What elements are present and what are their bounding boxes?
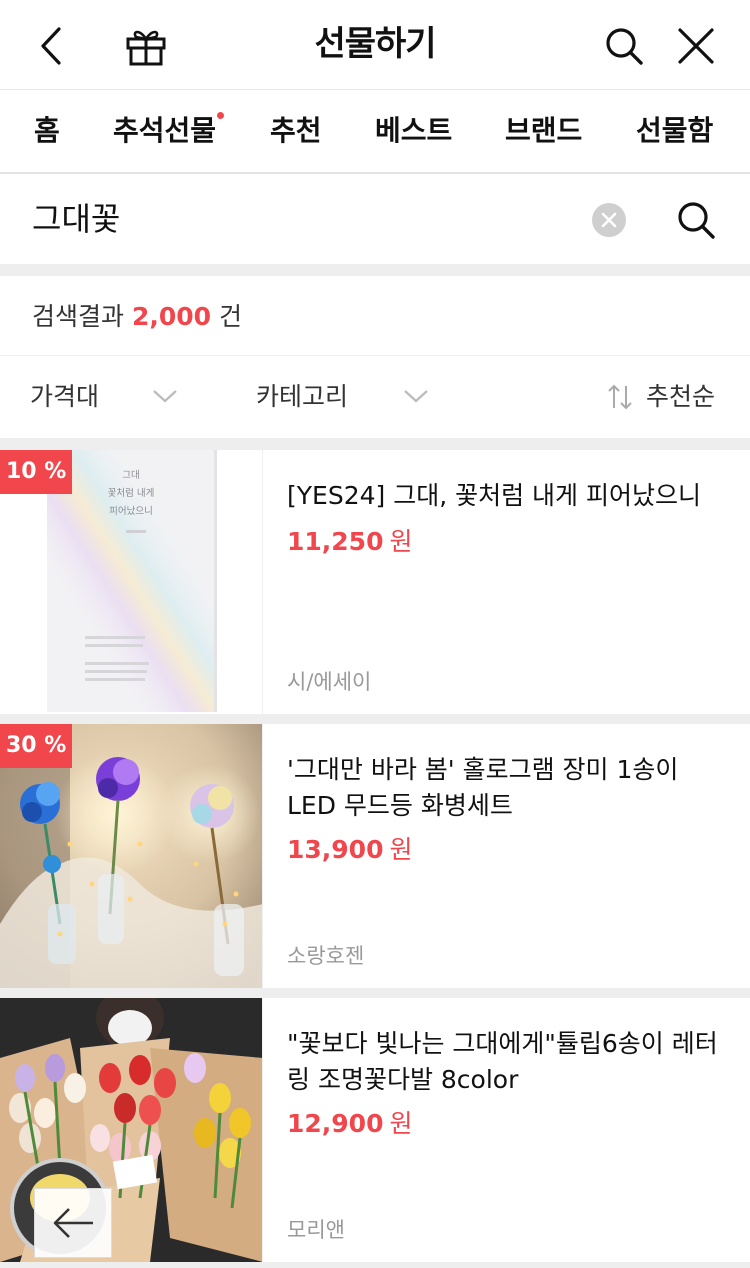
sort-label: 추천순 <box>646 382 716 411</box>
tab-label: 브랜드 <box>505 114 583 147</box>
search-bar: 그대꽃 <box>0 174 750 266</box>
divider <box>0 714 750 724</box>
result-count: 검색결과 2,000 건 <box>0 276 750 356</box>
tab-recommend[interactable]: 추천 <box>270 90 322 172</box>
price-currency: 원 <box>389 527 413 556</box>
sort-icon <box>608 384 632 410</box>
cover-title-2: 꽃처럼 내게 <box>108 487 155 499</box>
search-button[interactable] <box>598 20 650 72</box>
divider <box>0 988 750 998</box>
price-filter[interactable]: 가격대 <box>30 357 99 437</box>
product-card[interactable]: "꽃보다 빛나는 그대에게"튤립6송이 레터링 조명꽃다발 8color 12,… <box>0 998 750 1262</box>
price-currency: 원 <box>389 1109 413 1138</box>
search-submit-button[interactable] <box>676 200 716 244</box>
product-card[interactable]: 30 % '그대만 바라 봄' 홀로그램 장미 1송이 LED 무드등 화병세트… <box>0 724 750 988</box>
new-dot-badge <box>217 112 225 119</box>
product-shop: 모리앤 <box>287 1218 345 1242</box>
product-card[interactable]: 그대 꽃처럼 내게 피어났으니 10 % [YES24] 그대, 꽃처럼 내게 … <box>0 450 750 714</box>
search-icon <box>678 202 715 239</box>
product-price: 11,250 원 <box>287 522 413 558</box>
arrow-left-icon <box>53 1208 93 1238</box>
cover-title-3: 피어났으니 <box>109 506 153 517</box>
divider <box>0 438 750 450</box>
discount-badge: 10 % <box>0 450 73 494</box>
clear-icon <box>601 212 617 228</box>
cover-title-1: 그대 <box>122 470 139 481</box>
category-tabs: 홈 추석선물 추천 베스트 브랜드 선물함 <box>0 90 750 174</box>
floating-back-button[interactable] <box>34 1188 112 1258</box>
chevron-down-icon <box>153 390 177 403</box>
divider <box>0 1262 750 1268</box>
product-image[interactable]: 30 % <box>0 724 263 988</box>
price-filter-label: 가격대 <box>30 382 100 411</box>
product-name[interactable]: "꽃보다 빛나는 그대에게"튤립6송이 레터링 조명꽃다발 8color <box>287 1026 732 1098</box>
result-suffix: 건 <box>219 302 243 331</box>
product-name[interactable]: [YES24] 그대, 꽃처럼 내게 피어났으니 <box>287 478 732 514</box>
result-prefix: 검색결과 <box>32 302 125 331</box>
app-header: 선물하기 <box>0 0 750 90</box>
product-price: 12,900 원 <box>287 1104 413 1140</box>
discount-badge: 30 % <box>0 724 73 768</box>
price-value: 13,900 <box>287 835 384 864</box>
filter-bar: 가격대 카테고리 추천순 <box>0 357 750 439</box>
product-price: 13,900 원 <box>287 830 413 866</box>
price-value: 12,900 <box>287 1109 384 1138</box>
tab-label: 추석선물 <box>113 114 217 147</box>
sort-dropdown[interactable]: 추천순 <box>646 357 715 437</box>
product-name[interactable]: '그대만 바라 봄' 홀로그램 장미 1송이 LED 무드등 화병세트 <box>287 752 732 824</box>
product-shop: 소랑호젠 <box>287 944 365 968</box>
chevron-down-icon <box>404 390 428 403</box>
close-icon <box>678 28 714 64</box>
search-icon <box>606 28 643 65</box>
price-value: 11,250 <box>287 527 384 556</box>
product-shop: 시/에세이 <box>287 670 372 694</box>
tab-brand[interactable]: 브랜드 <box>505 90 582 172</box>
divider <box>0 264 750 276</box>
category-filter-label: 카테고리 <box>256 382 349 411</box>
tab-label: 베스트 <box>375 114 453 147</box>
tab-label: 홈 <box>34 114 60 147</box>
category-filter[interactable]: 카테고리 <box>256 357 348 437</box>
clear-search-button[interactable] <box>592 203 626 237</box>
tab-gift-box[interactable]: 선물함 <box>636 90 713 172</box>
close-button[interactable] <box>670 20 722 72</box>
tab-label: 추천 <box>270 114 322 147</box>
price-currency: 원 <box>389 835 413 864</box>
result-number: 2,000 <box>131 302 212 331</box>
tab-best[interactable]: 베스트 <box>375 90 452 172</box>
search-input[interactable]: 그대꽃 <box>32 174 120 264</box>
product-image[interactable]: 그대 꽃처럼 내게 피어났으니 10 % <box>0 450 263 714</box>
tab-chuseok-gift[interactable]: 추석선물 <box>113 90 225 172</box>
tab-label: 선물함 <box>636 114 714 147</box>
tab-home[interactable]: 홈 <box>34 90 60 172</box>
